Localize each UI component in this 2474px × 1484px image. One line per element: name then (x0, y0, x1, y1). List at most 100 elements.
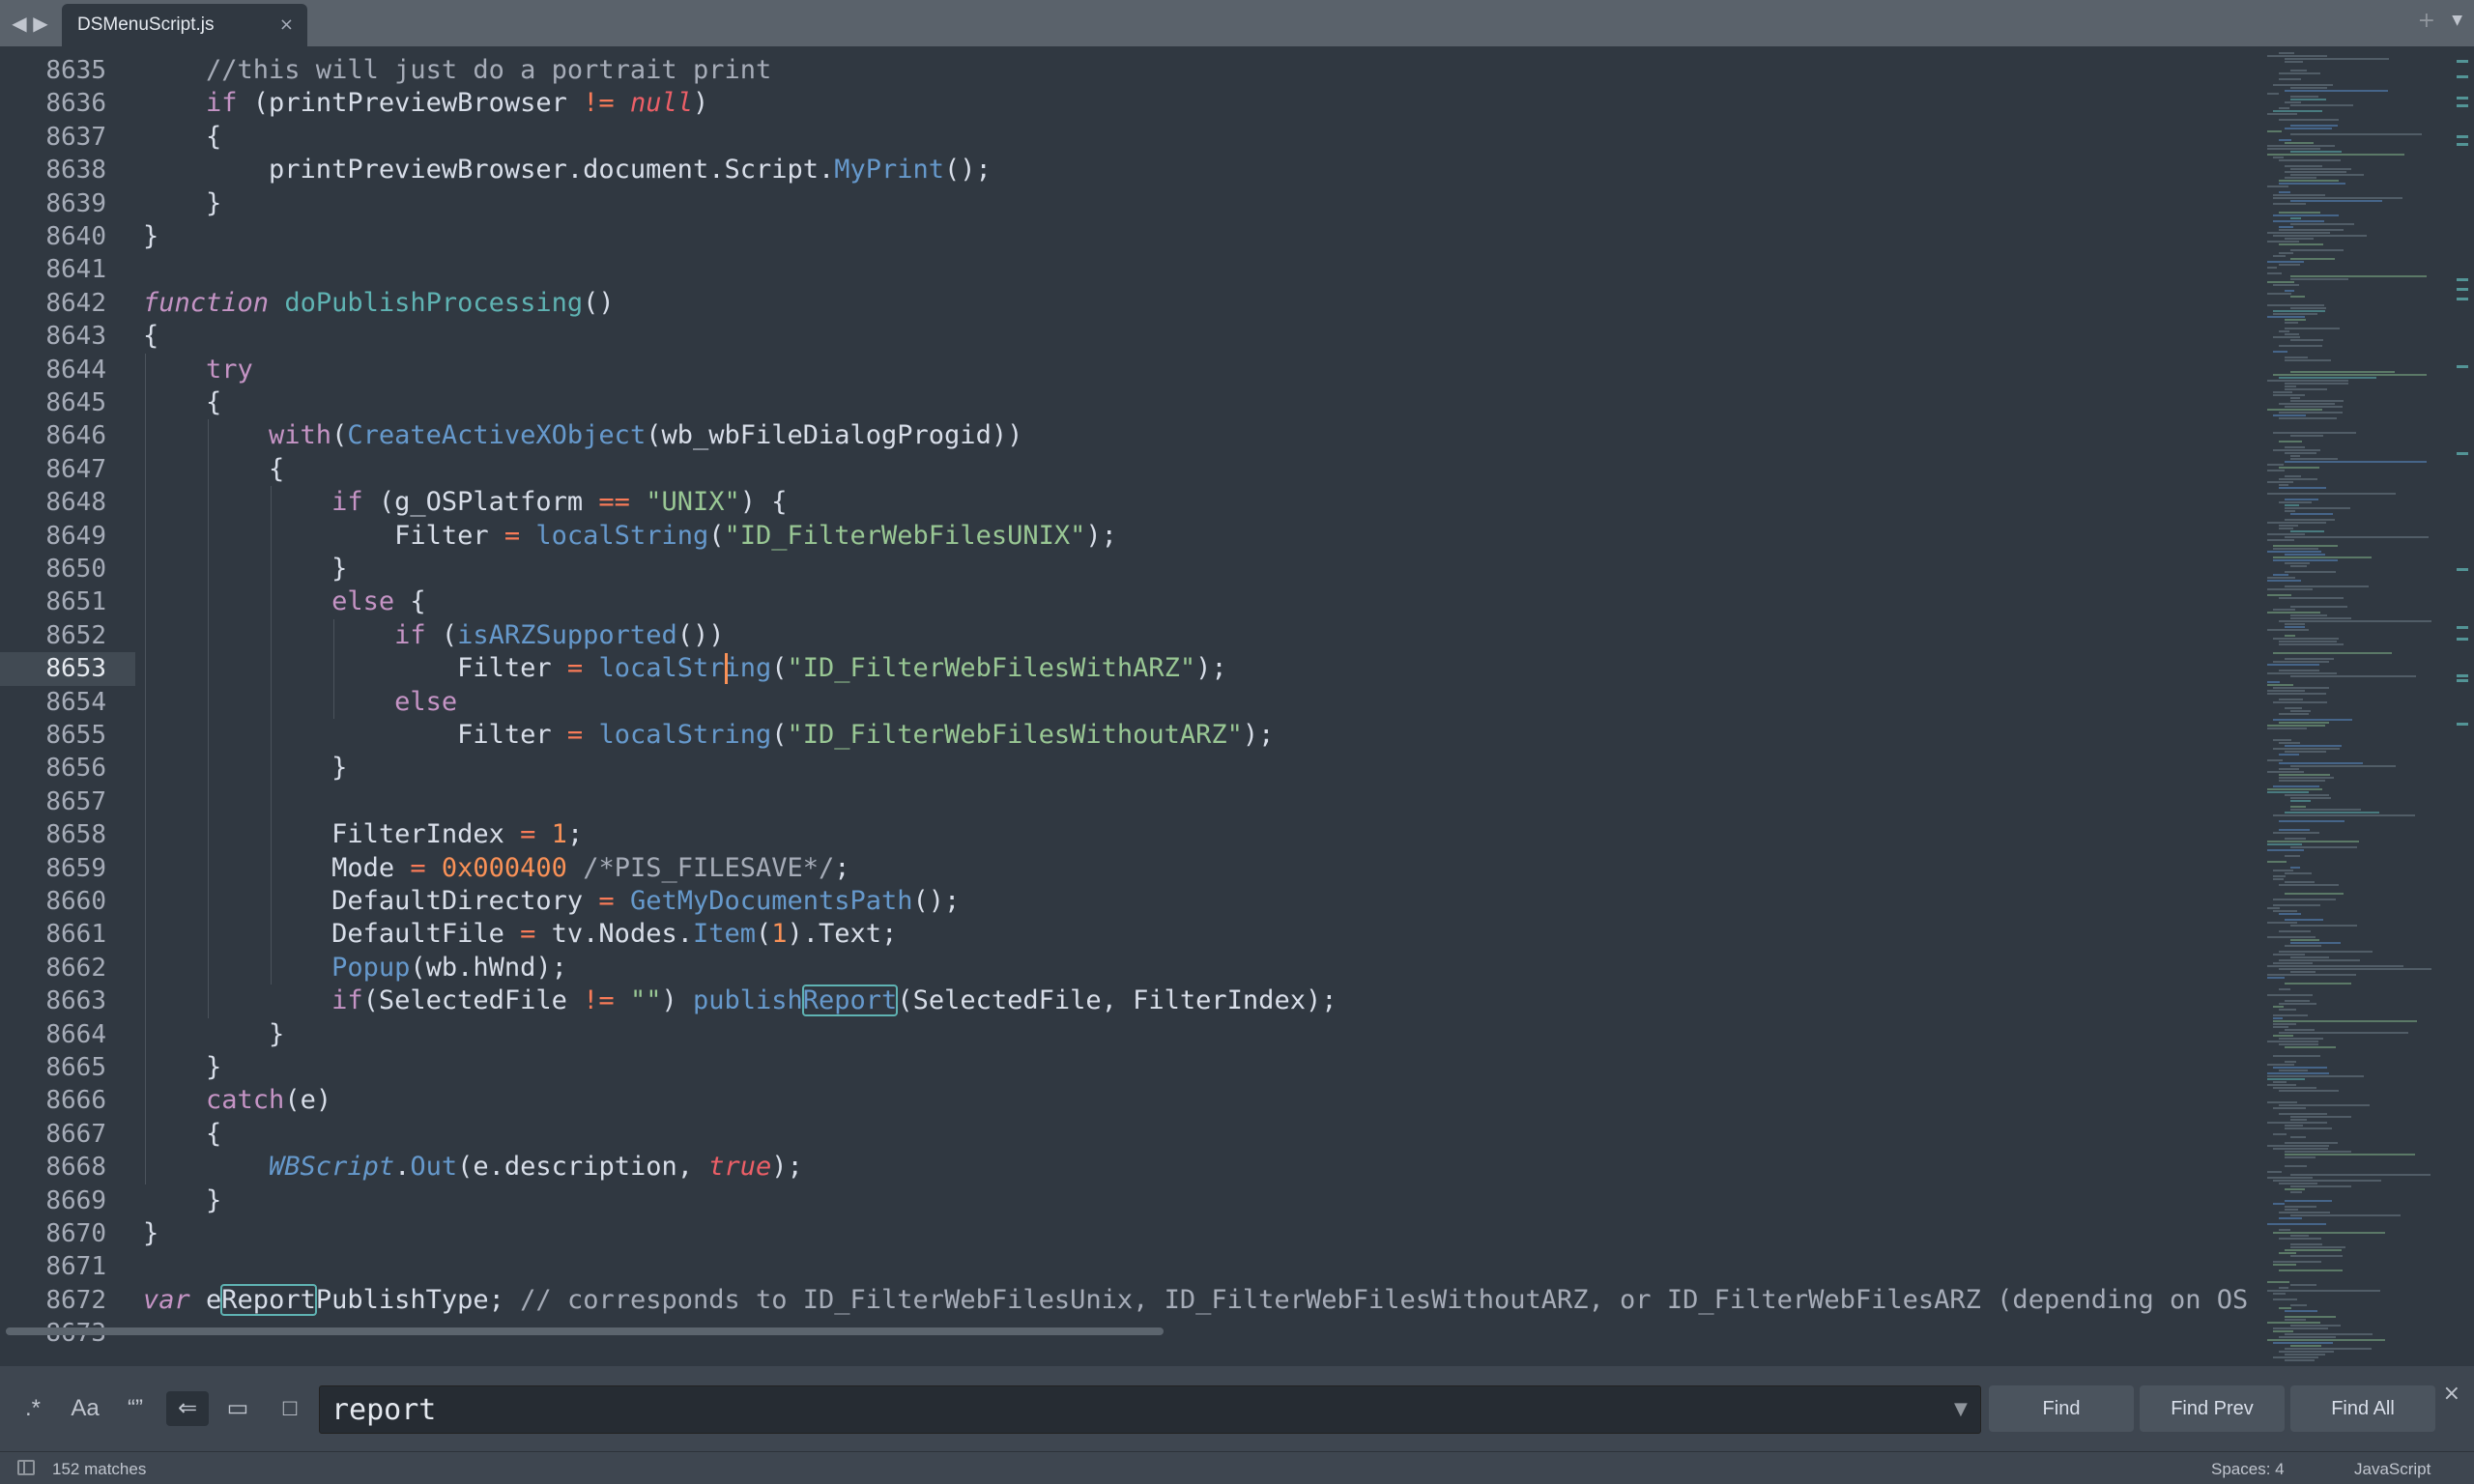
minimap-line (2279, 820, 2345, 822)
minimap-line (2279, 780, 2325, 782)
code-token: GetMyDocumentsPath (629, 886, 913, 916)
code-line[interactable]: } (143, 187, 221, 220)
minimap-line (2267, 577, 2295, 579)
close-tab-icon[interactable]: × (279, 14, 294, 35)
next-tab-icon[interactable]: ▶ (31, 12, 50, 35)
new-tab-icon[interactable]: + (2418, 9, 2435, 33)
code-line[interactable]: var eReportPublishType; // corresponds t… (143, 1283, 2250, 1317)
find-button[interactable]: Find (1989, 1385, 2134, 1432)
code-line[interactable]: } (143, 752, 347, 785)
tab-list-icon[interactable]: ▼ (2452, 13, 2462, 28)
code-line[interactable]: DefaultFile = tv.Nodes.Item(1).Text; (143, 918, 897, 951)
code-line[interactable]: { (143, 121, 221, 154)
code-line[interactable]: } (143, 1018, 284, 1051)
minimap-line (2273, 336, 2300, 338)
code-line[interactable]: { (143, 386, 221, 419)
minimap-line (2279, 403, 2335, 405)
minimap-line (2279, 959, 2360, 961)
code-line[interactable]: Filter = localString("ID_FilterWebFilesW… (143, 652, 1227, 685)
in-selection-toggle[interactable]: ▭ (216, 1391, 259, 1426)
code-editor[interactable]: 8635 8636 8637 8638 8639 8640 8641 8642 8643 8644… (0, 46, 2474, 1366)
minimap-line (2290, 371, 2395, 373)
whole-word-toggle[interactable]: “” (114, 1391, 157, 1426)
minimap-line (2267, 93, 2279, 95)
minimap-line (2290, 797, 2331, 799)
code-line[interactable]: } (143, 553, 347, 585)
minimap-line (2279, 243, 2323, 245)
code-line[interactable]: with(CreateActiveXObject(wb_wbFileDialog… (143, 419, 1022, 452)
minimap[interactable] (2248, 46, 2451, 1366)
minimap-line (2267, 994, 2313, 996)
case-sensitive-toggle[interactable]: Aa (64, 1391, 106, 1426)
code-line[interactable]: printPreviewBrowser.document.Script.MyPr… (143, 154, 992, 186)
code-line[interactable]: catch(e) (143, 1084, 331, 1117)
toggle-panel-icon[interactable] (17, 1460, 35, 1475)
code-line[interactable]: //this will just do a portrait print (143, 54, 771, 87)
minimap-line (2273, 235, 2367, 237)
minimap-line (2279, 501, 2312, 503)
minimap-line (2290, 174, 2364, 176)
code-token: (g_OSPlatform (362, 487, 599, 518)
horizontal-scrollbar-thumb[interactable] (6, 1327, 1164, 1335)
minimap-line (2267, 186, 2288, 187)
code-line[interactable]: } (143, 1184, 221, 1217)
code-line[interactable]: { (143, 453, 284, 486)
code-line[interactable]: else { (143, 585, 426, 618)
code-line[interactable]: Filter = localString("ID_FilterWebFilesW… (143, 719, 1274, 752)
indentation-status[interactable]: Spaces: 4 (2211, 1460, 2285, 1479)
line-number: 8636 (45, 89, 106, 119)
minimap-line (2290, 846, 2357, 848)
syntax-status[interactable]: JavaScript (2354, 1460, 2431, 1479)
code-token: { (143, 321, 159, 352)
regex-toggle[interactable]: .* (12, 1391, 54, 1426)
minimap-line (2285, 359, 2331, 361)
code-line[interactable]: if (printPreviewBrowser != null) (143, 87, 708, 120)
code-line[interactable]: } (143, 1051, 221, 1084)
minimap-line (2273, 1148, 2328, 1150)
minimap-line (2290, 530, 2324, 532)
code-line[interactable]: try (143, 354, 253, 386)
code-line[interactable]: if (g_OSPlatform == "UNIX") { (143, 486, 787, 519)
vertical-scrollbar[interactable] (2451, 46, 2474, 1366)
code-line[interactable]: Mode = 0x000400 /*PIS_FILESAVE*/; (143, 852, 849, 885)
code-line[interactable]: } (143, 220, 158, 253)
match-marker (2457, 452, 2468, 455)
find-history-icon[interactable]: ▼ (1954, 1399, 1968, 1419)
minimap-line (2285, 794, 2329, 796)
code-line[interactable]: } (143, 1217, 158, 1250)
minimap-line (2279, 884, 2339, 886)
minimap-line (2267, 612, 2320, 614)
code-token: = (503, 520, 521, 551)
minimap-line (2273, 609, 2295, 611)
tab-dsmenuscript[interactable]: DSMenuScript.js × (62, 4, 307, 46)
minimap-line (2279, 484, 2288, 486)
minimap-line (2285, 1151, 2351, 1153)
code-line[interactable]: FilterIndex = 1; (143, 818, 583, 851)
minimap-line (2279, 226, 2293, 228)
find-input[interactable] (319, 1385, 1981, 1434)
code-line[interactable]: DefaultDirectory = GetMyDocumentsPath(); (143, 885, 960, 918)
code-line[interactable]: { (143, 320, 158, 353)
code-line[interactable]: else (143, 686, 457, 719)
minimap-line (2290, 275, 2427, 277)
code-line[interactable]: if(SelectedFile != "") publishReport(Sel… (143, 985, 1337, 1017)
code-area[interactable]: //this will just do a portrait print if … (143, 46, 2250, 1366)
code-token: { (394, 586, 426, 617)
minimap-line (2285, 177, 2316, 179)
minimap-line (2279, 1217, 2302, 1219)
minimap-line (2273, 701, 2327, 703)
minimap-line (2273, 1261, 2321, 1263)
previous-tab-icon[interactable]: ◀ (10, 12, 29, 35)
close-find-panel-icon[interactable]: × (2443, 1382, 2460, 1406)
minimap-line (2279, 829, 2310, 831)
code-line[interactable]: if (isARZSupported()) (143, 619, 724, 652)
code-line[interactable]: Popup(wb.hWnd); (143, 952, 567, 985)
highlight-matches-toggle[interactable]: □ (269, 1391, 311, 1426)
code-line[interactable]: Filter = localString("ID_FilterWebFilesU… (143, 520, 1117, 553)
find-prev-button[interactable]: Find Prev (2140, 1385, 2285, 1432)
find-all-button[interactable]: Find All (2290, 1385, 2435, 1432)
code-line[interactable]: function doPublishProcessing() (143, 287, 615, 320)
code-line[interactable]: { (143, 1118, 221, 1151)
wrap-toggle[interactable]: ⇐ (166, 1391, 209, 1426)
code-line[interactable]: WBScript.Out(e.description, true); (143, 1151, 803, 1184)
